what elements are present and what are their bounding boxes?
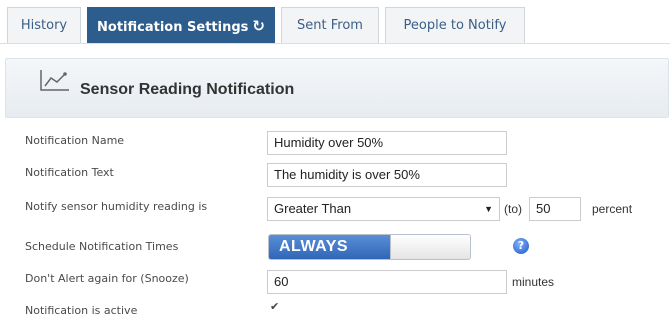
- line-chart-icon: [40, 70, 69, 91]
- notification-name-label: Notification Name: [25, 134, 125, 147]
- snooze-label: Don't Alert again for (Snooze): [25, 272, 189, 285]
- tab-sent-from[interactable]: Sent From: [281, 7, 379, 43]
- question-icon[interactable]: ?: [513, 238, 529, 254]
- tab-people-to-notify[interactable]: People to Notify: [385, 7, 525, 43]
- notify-reading-label: Notify sensor humidity reading is: [25, 200, 208, 213]
- chevron-down-icon: ▼: [484, 204, 493, 214]
- notification-text-input[interactable]: The humidity is over 50%: [267, 163, 507, 187]
- active-label: Notification is active: [25, 304, 138, 317]
- comparison-select[interactable]: Greater Than ▼: [267, 197, 500, 221]
- tab-notification-settings-label: Notification Settings: [97, 20, 249, 35]
- comparison-select-value: Greater Than: [274, 201, 352, 216]
- refresh-icon[interactable]: ↻: [252, 8, 265, 44]
- tab-bar: History Notification Settings ↻ Sent From…: [0, 0, 670, 50]
- tab-sent-from-label: Sent From: [297, 18, 363, 33]
- schedule-toggle[interactable]: ALWAYS: [268, 234, 471, 260]
- tab-history[interactable]: History: [7, 7, 81, 43]
- tab-people-to-notify-label: People to Notify: [403, 18, 507, 33]
- threshold-input[interactable]: 50: [529, 197, 581, 221]
- to-label: (to): [504, 202, 522, 216]
- schedule-toggle-text: ALWAYS: [269, 235, 391, 259]
- tab-divider: [0, 43, 670, 44]
- active-checkbox[interactable]: ✔: [270, 301, 280, 312]
- schedule-label: Schedule Notification Times: [25, 240, 179, 253]
- panel-title: Sensor Reading Notification: [80, 81, 295, 98]
- toggle-knob[interactable]: [390, 235, 470, 259]
- tab-notification-settings[interactable]: Notification Settings ↻: [87, 7, 275, 43]
- percent-unit: percent: [592, 202, 633, 216]
- minutes-unit: minutes: [512, 275, 555, 289]
- snooze-input[interactable]: 60: [267, 270, 507, 294]
- notification-name-input[interactable]: Humidity over 50%: [267, 131, 507, 155]
- panel-header: Sensor Reading Notification: [5, 58, 669, 118]
- tab-history-label: History: [20, 18, 68, 33]
- notification-text-label: Notification Text: [25, 166, 114, 179]
